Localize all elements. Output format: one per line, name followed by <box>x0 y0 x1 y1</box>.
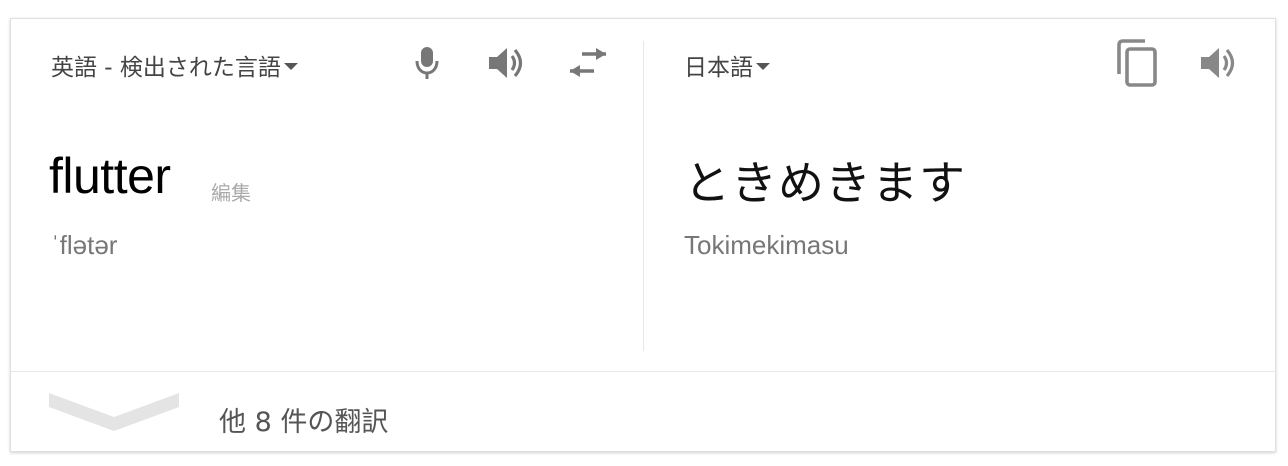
microphone-button[interactable] <box>405 41 449 85</box>
translation-romanization: Tokimekimasu <box>684 230 849 260</box>
source-text[interactable]: flutter <box>49 147 171 205</box>
target-language-select[interactable]: 日本語 <box>684 51 770 81</box>
copy-icon <box>1117 39 1157 87</box>
expand-button[interactable] <box>49 387 179 433</box>
caret-down-icon <box>283 62 298 70</box>
edit-link[interactable]: 編集 <box>211 177 251 206</box>
translate-card: 英語 - 検出された言語 日本語 flutter 編集 ˈflətər ときめき… <box>10 18 1276 452</box>
chevron-down-icon <box>49 393 179 431</box>
speaker-icon <box>489 48 523 78</box>
target-listen-button[interactable] <box>1197 41 1241 85</box>
target-language-label: 日本語 <box>684 55 753 81</box>
caret-down-icon <box>756 62 770 70</box>
source-language-select[interactable]: 英語 - 検出された言語 <box>51 51 298 81</box>
speaker-icon <box>1201 48 1235 78</box>
source-listen-button[interactable] <box>485 41 529 85</box>
source-phonetic: ˈflətər <box>51 230 118 260</box>
copy-button[interactable] <box>1115 39 1159 87</box>
more-translations-link[interactable]: 他 8 件の翻訳 <box>219 400 388 439</box>
swap-languages-button[interactable] <box>566 41 610 85</box>
swap-icon <box>570 48 606 77</box>
footer-divider <box>11 371 1275 372</box>
microphone-icon <box>415 47 439 79</box>
source-language-label: 英語 - 検出された言語 <box>51 55 281 81</box>
translation-text: ときめきます <box>684 156 966 210</box>
column-divider <box>643 41 644 351</box>
